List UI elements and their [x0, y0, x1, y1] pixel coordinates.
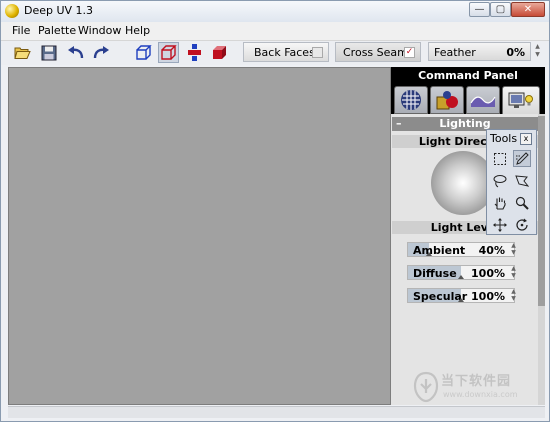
specular-spinner[interactable]: ▲ ▼: [510, 288, 517, 303]
diffuse-slider-thumb[interactable]: [458, 275, 464, 279]
specular-slider-thumb[interactable]: [458, 298, 464, 302]
watermark: 当下软件园 www.downxia.com: [409, 369, 543, 407]
ambient-slider-thumb[interactable]: [426, 252, 432, 256]
zoom-icon[interactable]: [513, 194, 531, 211]
menu-help[interactable]: Help: [125, 24, 150, 37]
ambient-slider[interactable]: Ambient 40%: [407, 242, 515, 257]
collapse-icon[interactable]: –: [396, 117, 402, 131]
cube-select-icon[interactable]: [158, 42, 179, 63]
back-faces-label: Back Faces: [254, 46, 315, 59]
watermark-text: 当下软件园: [441, 374, 512, 389]
menu-window[interactable]: Window: [78, 24, 121, 37]
menu-file[interactable]: File: [12, 24, 30, 37]
app-window: Deep UV 1.3 — ▢ ✕ File Palette Window He…: [0, 0, 550, 422]
tools-close-button[interactable]: x: [520, 133, 532, 145]
diffuse-label: Diffuse: [413, 267, 457, 280]
ambient-label: Ambient: [413, 244, 466, 257]
command-panel-title: Command Panel: [391, 67, 545, 84]
back-faces-checkbox[interactable]: [312, 47, 323, 58]
minimize-button[interactable]: —: [469, 2, 490, 17]
ambient-value: 40%: [478, 244, 505, 257]
menu-bar: File Palette Window Help: [1, 22, 549, 41]
window-title: Deep UV 1.3: [24, 4, 94, 17]
feather-label: Feather: [434, 46, 476, 59]
cube-faces-icon[interactable]: [209, 42, 230, 63]
rect-select-icon[interactable]: [491, 150, 509, 167]
checker-sphere-icon[interactable]: [394, 86, 428, 114]
save-disk-icon[interactable]: [38, 42, 59, 63]
horizontal-scrollbar[interactable]: [8, 406, 545, 418]
poly-lasso-icon[interactable]: [513, 172, 531, 189]
cross-seams-label: Cross Seams: [343, 46, 414, 59]
command-panel-tabs: [391, 84, 545, 116]
feather-spinner[interactable]: ▲ ▼: [533, 43, 542, 60]
watermark-logo-icon: [413, 371, 439, 403]
maximize-button[interactable]: ▢: [490, 2, 511, 17]
tools-palette[interactable]: Tools x: [486, 129, 537, 235]
rotate-icon[interactable]: [513, 216, 531, 233]
redo-icon[interactable]: [90, 42, 111, 63]
specular-slider[interactable]: Specular 100%: [407, 288, 515, 303]
cross-seams-toggle[interactable]: Cross Seams ✓: [335, 42, 421, 62]
lighting-section-title: Lighting: [439, 117, 491, 130]
cube-wire-icon[interactable]: [133, 42, 154, 63]
back-faces-toggle[interactable]: Back Faces: [243, 42, 329, 62]
menu-palette[interactable]: Palette: [38, 24, 76, 37]
monitor-light-icon[interactable]: [502, 86, 540, 116]
specular-value: 100%: [471, 290, 505, 303]
undo-icon[interactable]: [65, 42, 86, 63]
feather-value: 0%: [506, 46, 525, 59]
diffuse-slider[interactable]: Diffuse 100%: [407, 265, 515, 280]
title-bar[interactable]: Deep UV 1.3 — ▢ ✕: [1, 1, 549, 23]
close-button[interactable]: ✕: [511, 2, 545, 17]
app-logo-icon: [5, 4, 19, 18]
panel-vertical-scrollbar[interactable]: [538, 114, 545, 405]
lasso-icon[interactable]: [491, 172, 509, 189]
brush-select-icon[interactable]: [513, 150, 531, 167]
pan-hand-icon[interactable]: [491, 194, 509, 211]
cross-seams-checkbox[interactable]: ✓: [404, 47, 415, 58]
uv-viewport[interactable]: [8, 67, 391, 405]
feather-field[interactable]: Feather 0%: [428, 42, 531, 61]
diffuse-spinner[interactable]: ▲ ▼: [510, 265, 517, 280]
wave-map-icon[interactable]: [466, 86, 500, 114]
vertex-nodes-icon[interactable]: [184, 42, 205, 63]
panel-scroll-thumb[interactable]: [538, 116, 545, 306]
watermark-url: www.downxia.com: [443, 390, 518, 399]
shapes-icon[interactable]: [430, 86, 464, 114]
tools-palette-title: Tools: [490, 132, 518, 145]
open-folder-icon[interactable]: [12, 42, 33, 63]
ambient-spinner[interactable]: ▲ ▼: [510, 242, 517, 257]
move-icon[interactable]: [491, 216, 509, 233]
diffuse-value: 100%: [471, 267, 505, 280]
